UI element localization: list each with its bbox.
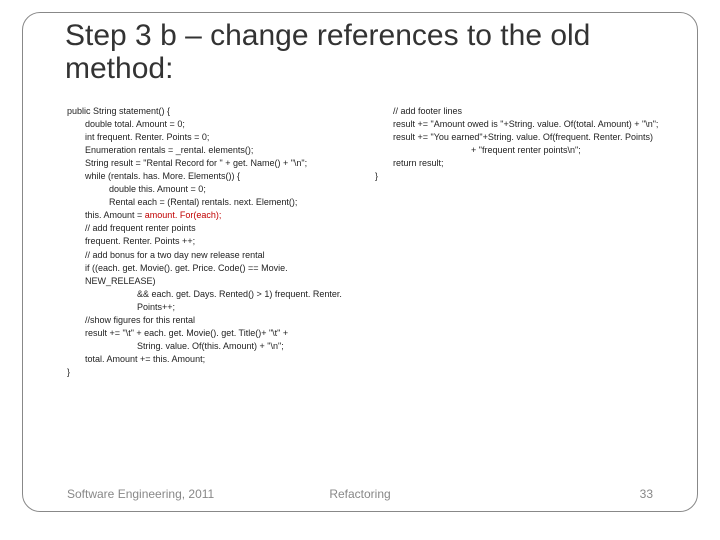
code-line: int frequent. Renter. Points = 0; (85, 131, 359, 144)
code-line: + "frequent renter points\n"; (471, 144, 667, 157)
code-line: // add frequent renter points (85, 222, 359, 235)
code-line: if ((each. get. Movie(). get. Price. Cod… (85, 262, 359, 288)
slide-footer: Software Engineering, 2011 Refactoring 3… (67, 487, 653, 501)
footer-center: Refactoring (329, 487, 390, 501)
code-line: // add footer lines (393, 105, 667, 118)
code-line: result += "\t" + each. get. Movie(). get… (85, 327, 359, 340)
slide-frame: Step 3 b – change references to the old … (22, 12, 698, 512)
slide-title: Step 3 b – change references to the old … (65, 19, 697, 85)
code-line: //show figures for this rental (85, 314, 359, 327)
code-line: String. value. Of(this. Amount) + "\n"; (137, 340, 359, 353)
code-line: Enumeration rentals = _rental. elements(… (85, 144, 359, 157)
code-content: public String statement() { double total… (67, 105, 667, 467)
code-line: public String statement() { (67, 105, 359, 118)
code-line: Rental each = (Rental) rentals. next. El… (109, 196, 359, 209)
footer-page-number: 33 (640, 487, 653, 501)
code-line: while (rentals. has. More. Elements()) { (85, 170, 359, 183)
code-highlight: amount. For(each); (145, 210, 222, 220)
code-line: } (375, 170, 667, 183)
footer-left: Software Engineering, 2011 (67, 487, 214, 501)
code-line: result += "Amount owed is "+String. valu… (393, 118, 667, 131)
code-line: // add bonus for a two day new release r… (85, 249, 359, 262)
code-column-right: // add footer lines result += "Amount ow… (367, 105, 667, 467)
slide: Step 3 b – change references to the old … (0, 0, 720, 540)
code-line: return result; (393, 157, 667, 170)
code-line: double total. Amount = 0; (85, 118, 359, 131)
code-line: total. Amount += this. Amount; (85, 353, 359, 366)
code-line: && each. get. Days. Rented() > 1) freque… (137, 288, 359, 314)
code-line: } (67, 366, 359, 379)
code-line: this. Amount = amount. For(each); (85, 209, 359, 222)
code-line: frequent. Renter. Points ++; (85, 235, 359, 248)
code-text: this. Amount = (85, 210, 145, 220)
code-line: result += "You earned"+String. value. Of… (393, 131, 667, 144)
code-line: String result = "Rental Record for " + g… (85, 157, 359, 170)
code-line: double this. Amount = 0; (109, 183, 359, 196)
code-column-left: public String statement() { double total… (67, 105, 367, 467)
